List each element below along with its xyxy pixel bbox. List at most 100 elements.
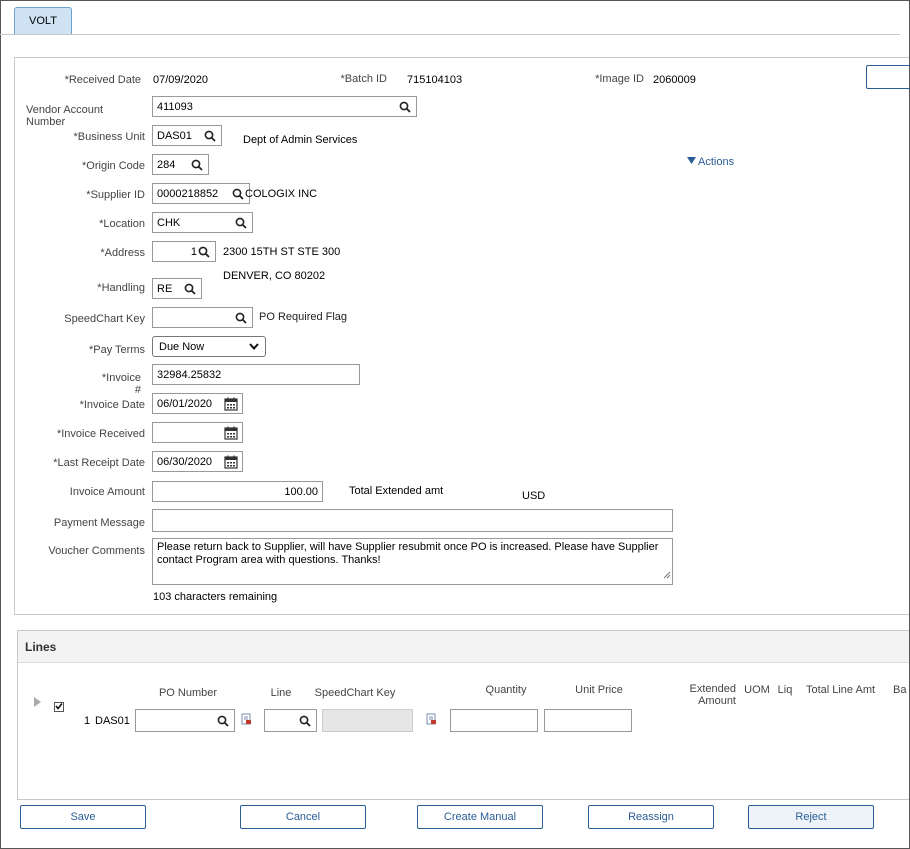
search-icon[interactable]	[183, 282, 197, 296]
pay-terms-value: Due Now	[159, 340, 205, 353]
currency-code: USD	[522, 490, 546, 502]
supplier-id-value: 0000218852	[157, 187, 219, 200]
location-value: CHK	[157, 216, 181, 229]
header-action-button[interactable]	[866, 65, 910, 89]
supplier-name: COLOGIX INC	[245, 188, 318, 200]
invoice-date-value: 06/01/2020	[157, 397, 213, 410]
speedchart-field[interactable]	[152, 307, 253, 328]
po-details-icon[interactable]	[241, 713, 252, 728]
batch-id-value: 715104103	[407, 74, 463, 86]
search-icon[interactable]	[203, 129, 217, 143]
caret-down-icon	[687, 156, 696, 168]
expand-row-icon[interactable]	[34, 697, 41, 710]
invoice-date-label: *Invoice Date	[79, 399, 145, 411]
last-receipt-date-value: 06/30/2020	[157, 455, 213, 468]
received-date-value: 07/09/2020	[153, 74, 209, 86]
business-unit-value: DAS01	[157, 129, 192, 142]
tab-volt[interactable]: VOLT	[14, 7, 72, 34]
speedchart-key-field	[322, 709, 413, 732]
origin-code-label: *Origin Code	[82, 160, 145, 172]
invoice-date-field[interactable]: 06/01/2020	[152, 393, 243, 414]
search-icon[interactable]	[398, 100, 412, 114]
voucher-comments-value: Please return back to Supplier, will hav…	[157, 541, 659, 566]
calendar-icon[interactable]	[224, 426, 238, 440]
handling-label: *Handling	[97, 282, 145, 294]
address-label: *Address	[100, 247, 145, 259]
vendor-account-value: 411093	[157, 100, 193, 113]
location-label: *Location	[99, 218, 145, 230]
address-value: 1	[190, 245, 197, 258]
invoice-received-field[interactable]	[152, 422, 243, 443]
invoice-amount-label: Invoice Amount	[69, 486, 145, 498]
col-total-line-amt: Total Line Amt	[805, 684, 876, 696]
resize-handle-icon[interactable]	[663, 570, 671, 583]
search-icon[interactable]	[190, 158, 204, 172]
col-liq: Liq	[777, 684, 793, 696]
line-field[interactable]	[264, 709, 317, 732]
pay-terms-select[interactable]: Due Now	[152, 336, 266, 357]
search-icon[interactable]	[197, 245, 211, 259]
origin-code-value: 284	[157, 158, 176, 171]
line-select-checkbox[interactable]	[54, 702, 64, 712]
handling-value: RE	[157, 282, 173, 295]
payment-message-field[interactable]	[152, 509, 673, 532]
search-icon[interactable]	[234, 216, 248, 230]
handling-field[interactable]: RE	[152, 278, 202, 299]
actions-link[interactable]: Actions	[687, 156, 734, 168]
quantity-field[interactable]	[450, 709, 538, 732]
location-field[interactable]: CHK	[152, 212, 253, 233]
invoice-amount-field[interactable]: 100.00	[152, 481, 323, 502]
unit-price-field[interactable]	[544, 709, 632, 732]
save-button[interactable]: Save	[20, 805, 146, 829]
pay-terms-label: *Pay Terms	[88, 344, 145, 356]
speedchart-label: SpeedChart Key	[64, 313, 145, 325]
col-quantity: Quantity	[485, 684, 527, 696]
total-extended-amt-label: Total Extended amt	[349, 485, 444, 497]
image-id-label: *Image ID	[595, 73, 644, 85]
line-business-unit: DAS01	[95, 715, 130, 727]
vendor-account-field[interactable]: 411093	[152, 96, 417, 117]
tab-label: VOLT	[29, 15, 57, 27]
voucher-comments-label: Voucher Comments	[48, 545, 145, 557]
invoice-number-label-text: *Invoice #	[101, 372, 141, 396]
cancel-button[interactable]: Cancel	[240, 805, 366, 829]
address-field[interactable]: 1	[152, 241, 216, 262]
batch-id-label: *Batch ID	[340, 73, 387, 85]
search-icon[interactable]	[298, 714, 312, 728]
checkmark-icon	[55, 701, 63, 713]
po-number-field[interactable]	[135, 709, 235, 732]
speedchart-details-icon[interactable]	[426, 713, 437, 728]
reject-button[interactable]: Reject	[748, 805, 874, 829]
origin-code-field[interactable]: 284	[152, 154, 209, 175]
col-extended-amount: Extended Amount	[689, 683, 736, 707]
reassign-button[interactable]: Reassign	[588, 805, 714, 829]
col-speedchart-key: SpeedChart Key	[314, 687, 396, 699]
invoice-number-field[interactable]: 32984.25832	[152, 364, 360, 385]
col-line: Line	[270, 687, 292, 699]
create-manual-button[interactable]: Create Manual	[417, 805, 543, 829]
business-unit-field[interactable]: DAS01	[152, 125, 222, 146]
col-po-number: PO Number	[158, 687, 218, 699]
invoice-received-label: *Invoice Received	[56, 428, 145, 440]
calendar-icon[interactable]	[224, 397, 238, 411]
supplier-id-field[interactable]: 0000218852	[152, 183, 250, 204]
calendar-icon[interactable]	[224, 455, 238, 469]
search-icon[interactable]	[216, 714, 230, 728]
lines-header: Lines	[18, 631, 909, 663]
invoice-number-label: *Invoice #	[60, 372, 141, 396]
col-uom: UOM	[744, 684, 770, 696]
search-icon[interactable]	[234, 311, 248, 325]
payment-message-label: Payment Message	[53, 517, 145, 529]
invoice-number-value: 32984.25832	[157, 368, 222, 381]
last-receipt-date-field[interactable]: 06/30/2020	[152, 451, 243, 472]
voucher-comments-textarea[interactable]: Please return back to Supplier, will hav…	[152, 538, 673, 585]
received-date-label: *Received Date	[64, 74, 141, 86]
line-number: 1	[84, 715, 91, 727]
invoice-amount-value: 100.00	[284, 485, 318, 498]
last-receipt-date-label: *Last Receipt Date	[53, 457, 145, 469]
tab-divider	[0, 34, 900, 35]
business-unit-label: *Business Unit	[73, 131, 145, 143]
search-icon[interactable]	[231, 187, 245, 201]
lines-title: Lines	[25, 640, 57, 654]
address-line2: DENVER, CO 80202	[223, 270, 326, 282]
